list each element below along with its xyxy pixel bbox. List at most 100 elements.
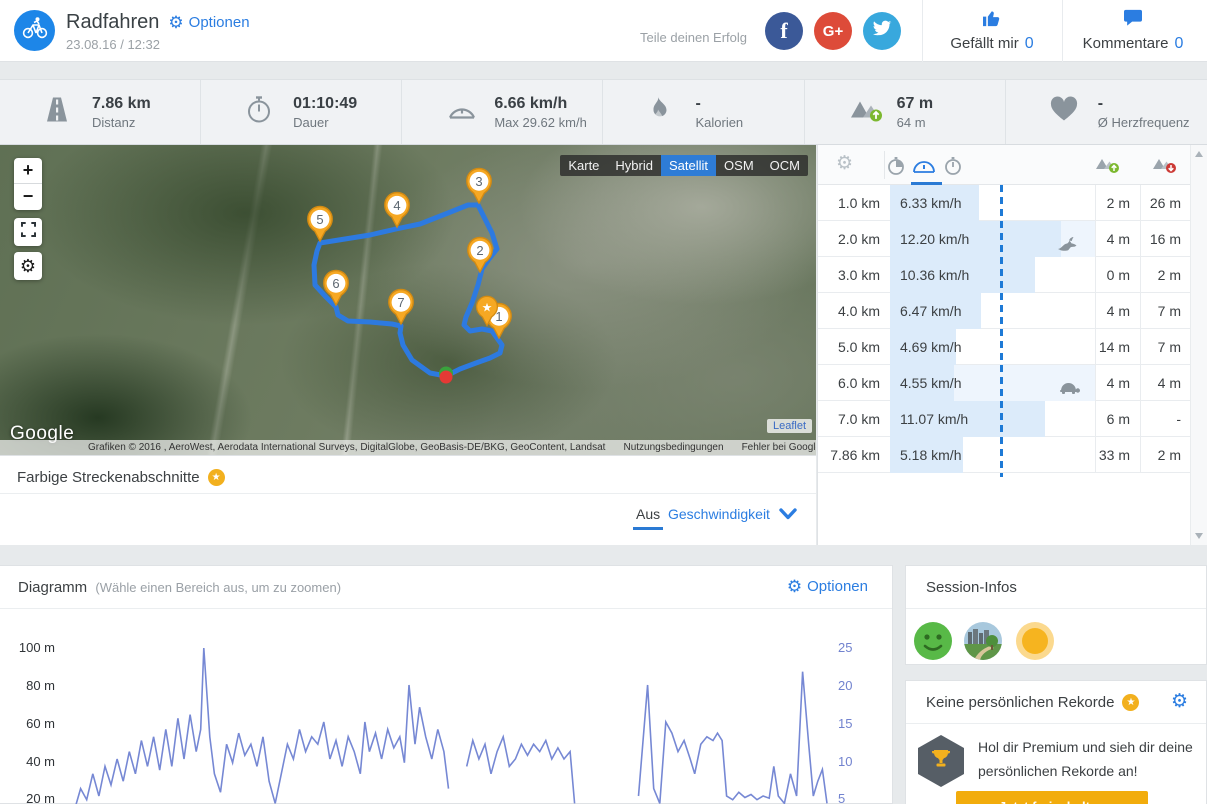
route-map[interactable]: 1 2 3 4 5 6 7 ★ + − ⚙ Karte Hybrid Satellit OSM OCM… [0,145,816,455]
speed-chart[interactable] [70,611,830,804]
chevron-down-icon[interactable] [779,507,797,525]
split-row[interactable]: 6.0 km 4.55 km/h 4 m4 m [818,365,1191,401]
splits-settings-gear-icon[interactable]: ⚙ [836,154,853,173]
map-layer-hybrid[interactable]: Hybrid [607,155,661,176]
zoom-out-button[interactable]: − [14,184,42,210]
activity-datetime: 23.08.16 / 12:32 [66,37,160,52]
scroll-up-arrow-icon[interactable] [1195,151,1203,157]
smiley-icon[interactable] [914,622,952,660]
flame-icon [647,96,669,129]
right-axis-tick: 25 [838,640,853,655]
heart-icon [1050,96,1078,128]
split-climb: 4 m [1095,293,1140,329]
left-axis-tick: 80 m [26,678,55,693]
stat-64-m: 67 m 64 m [805,80,1006,144]
split-row[interactable]: 4.0 km 6.47 km/h 4 m7 m [818,293,1191,329]
map-settings-button[interactable]: ⚙ [14,252,42,280]
divider [906,723,1206,724]
split-speed: 6.47 km/h [900,303,962,319]
map-layer-switcher: Karte Hybrid Satellit OSM OCM [560,155,808,176]
right-axis-tick: 20 [838,678,853,693]
stat-value: - [1097,94,1104,112]
start-star-marker[interactable]: ★ [475,295,499,327]
km-marker-6[interactable]: 6 [322,269,350,307]
svg-text:★: ★ [482,301,493,315]
twitter-bird-icon [872,20,892,42]
diagram-options-link[interactable]: ⚙ Optionen [787,578,868,595]
activity-avatar [14,10,55,51]
split-row[interactable]: 7.0 km 11.07 km/h 6 m- [818,401,1191,437]
leaflet-attribution[interactable]: Leaflet [766,419,812,433]
km-marker-3[interactable]: 3 [465,167,493,205]
km-marker-7[interactable]: 7 [387,288,415,326]
records-settings-gear-icon[interactable]: ⚙ [1171,692,1188,711]
sun-icon[interactable] [1016,622,1054,660]
split-row[interactable]: 5.0 km 4.69 km/h 14 m7 m [818,329,1191,365]
header-options-link[interactable]: ⚙ Optionen [168,14,249,31]
stat-label: Ø Herzfrequenz [1097,114,1190,130]
tab-duration[interactable] [940,153,966,179]
split-distance: 7.0 km [837,411,880,427]
comments-button[interactable]: Kommentare 0 [1064,0,1202,62]
split-speed: 10.36 km/h [900,267,970,283]
left-axis-tick: 100 m [18,640,55,655]
session-infos-card: Session-Infos [905,565,1207,665]
stat-label: Dauer [293,114,329,130]
header-divider [1062,0,1063,62]
split-speed: 6.33 km/h [900,195,962,211]
landscape-icon[interactable] [964,622,1002,660]
svg-text:5: 5 [316,212,323,227]
premium-message: Hol dir Premium und sieh dir deine persö… [978,739,1193,779]
summary-stats-bar: 7.86 km Distanz 01:10:49 Dauer 6.66 km/h Max … [0,79,1207,145]
left-axis-tick: 40 m [26,754,55,769]
stat-label: Kalorien [695,114,744,130]
km-marker-4[interactable]: 4 [383,191,411,229]
tab-speed[interactable] [911,153,937,179]
map-layer-osm[interactable]: OSM [716,155,762,176]
km-marker-5[interactable]: 5 [306,205,334,243]
like-button[interactable]: Gefällt mir 0 [923,0,1061,62]
cyclist-icon [21,16,49,45]
divider [0,493,816,494]
split-distance: 2.0 km [837,231,880,247]
map-layer-karte[interactable]: Karte [560,155,607,176]
split-descent: 2 m [1140,437,1191,473]
split-row[interactable]: 1.0 km 6.33 km/h 2 m 26 m [818,185,1191,221]
left-axis-tick: 60 m [26,716,55,731]
googleplus-share-button[interactable]: G+ [814,12,852,50]
svg-text:3: 3 [475,174,482,189]
split-row[interactable]: 2.0 km 12.20 km/h 4 m 16 m [818,221,1191,257]
svg-text:2: 2 [476,243,483,258]
elevation-gain-column-icon[interactable] [1095,154,1121,179]
split-descent: 4 m [1140,365,1191,401]
stat-kalorien: - Kalorien [603,80,805,144]
segments-speed-toggle[interactable]: Geschwindigkeit [668,506,770,522]
split-climb: 4 m [1095,365,1140,401]
splits-scrollbar[interactable] [1190,145,1207,545]
scroll-down-arrow-icon[interactable] [1195,533,1203,539]
unlock-premium-button[interactable]: Jetzt freischalten [956,791,1148,804]
right-axis-tick: 10 [838,754,853,769]
map-layer-satellit[interactable]: Satellit [661,155,717,176]
svg-text:7: 7 [397,295,404,310]
terms-link[interactable]: Nutzungsbedingungen [623,442,723,453]
facebook-share-button[interactable]: f [765,12,803,50]
split-row[interactable]: 3.0 km 10.36 km/h 0 m2 m [818,257,1191,293]
segments-off-toggle[interactable]: Aus [636,506,660,522]
records-title: Keine persönlichen Rekorde [926,694,1115,711]
split-speed-cell: 6.47 km/h [890,293,1095,329]
split-row[interactable]: 7.86 km 5.18 km/h 33 m2 m [818,437,1191,473]
km-marker-2[interactable]: 2 [466,236,494,274]
zoom-in-button[interactable]: + [14,158,42,184]
map-layer-ocm[interactable]: OCM [762,155,808,176]
tab-pace[interactable] [883,153,909,179]
split-descent: 16 m [1140,221,1191,257]
gear-icon: ⚙ [19,255,37,276]
twitter-share-button[interactable] [863,12,901,50]
comment-bubble-icon [1123,9,1143,32]
report-error-link[interactable]: Fehler bei Google Maps melden [742,442,816,453]
fullscreen-button[interactable] [14,218,42,246]
trophy-badge [918,735,964,787]
splits-panel: ⚙ 1.0 km 6.33 km/h 2 m 26 m 2.0 km 12.20… [817,145,1207,545]
elevation-loss-column-icon[interactable] [1152,154,1178,179]
